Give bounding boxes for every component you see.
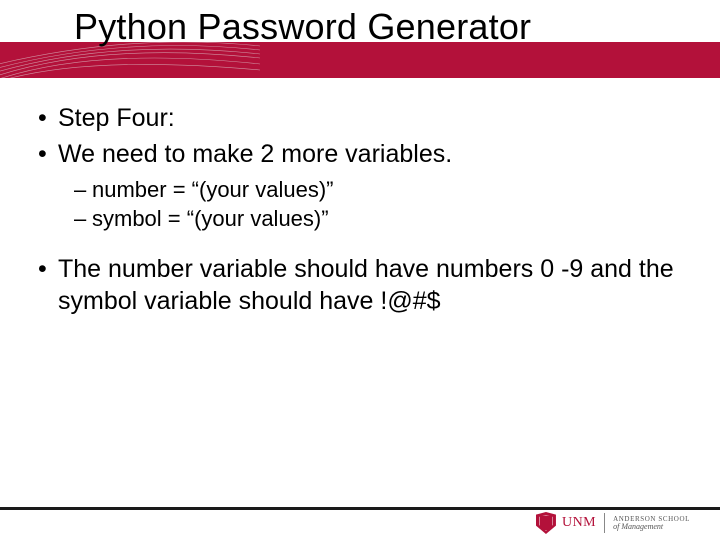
logo-mgmt-text: of Management (613, 523, 690, 531)
unm-logo: UNM ANDERSON SCHOOL of Management (536, 512, 690, 534)
bullet-text: Step Four: (58, 102, 175, 134)
sub-text: symbol = “(your values)” (92, 205, 329, 234)
bullet-item: • The number variable should have number… (36, 253, 684, 317)
logo-unm-text: UNM (562, 515, 596, 531)
sub-item: – number = “(your values)” (74, 176, 684, 205)
bullet-item: • Step Four: (36, 102, 684, 134)
logo-school-block: ANDERSON SCHOOL of Management (613, 516, 690, 531)
slide-title: Python Password Generator (74, 6, 531, 48)
sub-item: – symbol = “(your values)” (74, 205, 684, 234)
slide-footer-divider (0, 507, 720, 510)
logo-divider (604, 513, 605, 533)
bullet-item: • We need to make 2 more variables. (36, 138, 684, 170)
slide-header: Python Password Generator (0, 0, 720, 78)
bullet-marker: • (36, 253, 58, 317)
sub-marker: – (74, 176, 92, 205)
bullet-marker: • (36, 102, 58, 134)
bullet-text: The number variable should have numbers … (58, 253, 684, 317)
sub-marker: – (74, 205, 92, 234)
bullet-text: We need to make 2 more variables. (58, 138, 452, 170)
sub-list: – number = “(your values)” – symbol = “(… (36, 176, 684, 233)
slide-content: • Step Four: • We need to make 2 more va… (0, 78, 720, 317)
sub-text: number = “(your values)” (92, 176, 333, 205)
bullet-marker: • (36, 138, 58, 170)
shield-icon (536, 512, 556, 534)
